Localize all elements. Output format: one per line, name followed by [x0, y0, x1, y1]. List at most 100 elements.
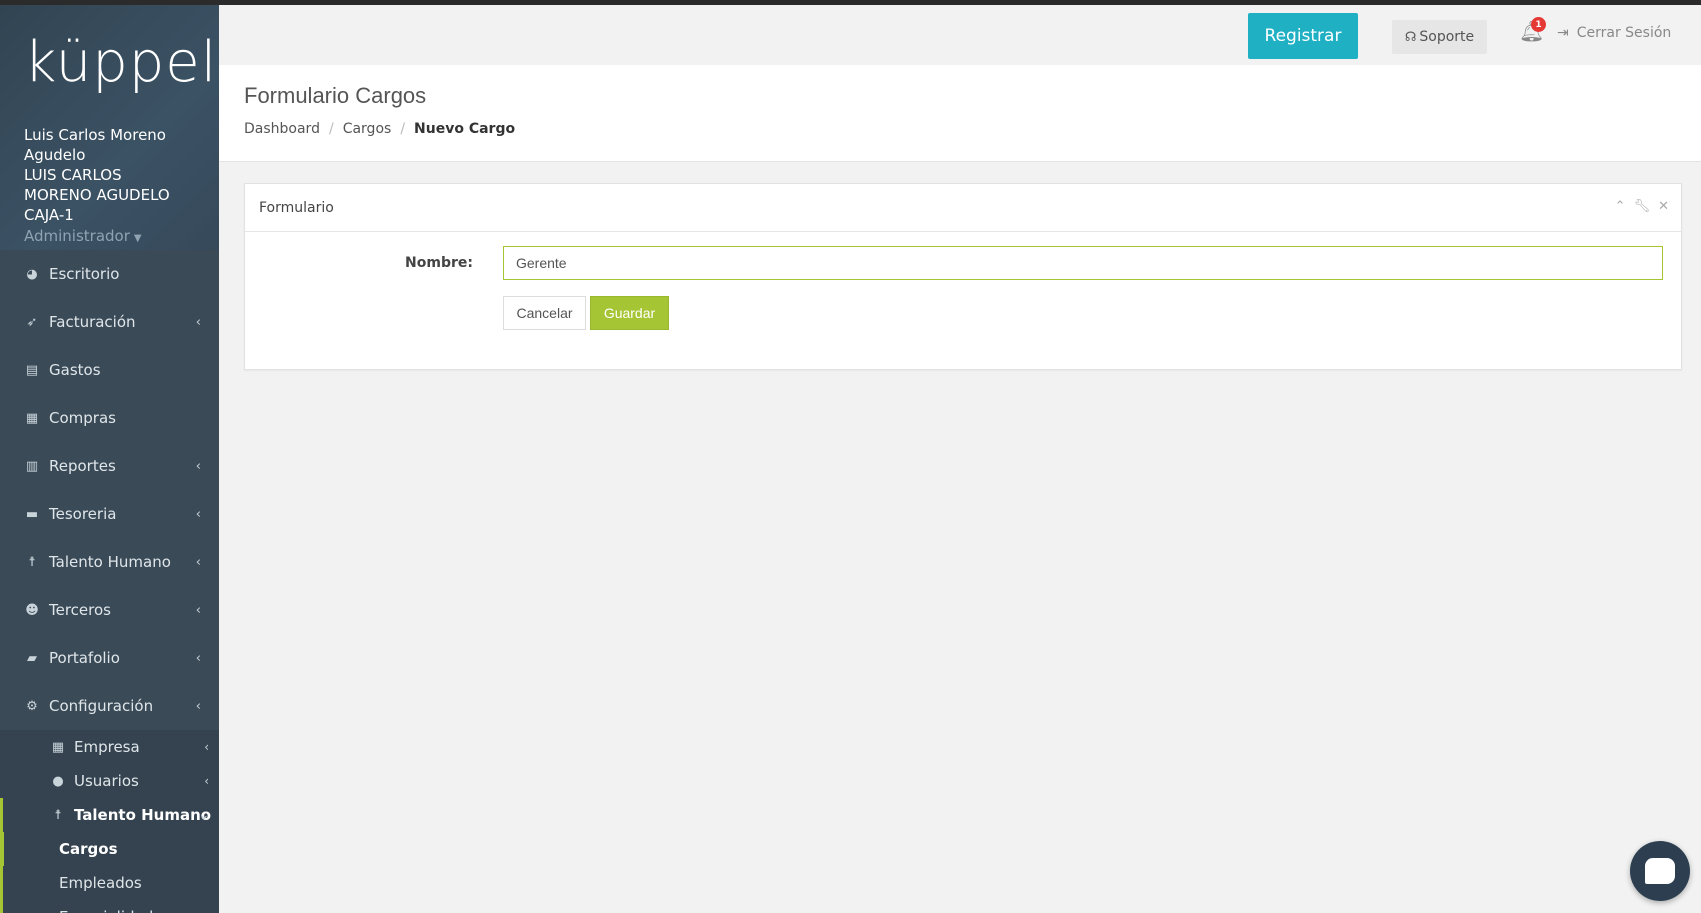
chevron-left-icon: ‹: [204, 740, 209, 754]
chevron-left-icon: ‹: [195, 458, 201, 474]
notifications-button[interactable]: 🔔︎ 1: [1519, 17, 1546, 49]
user-company-line-2: MORENO AGUDELO: [24, 186, 170, 204]
sidebar-menu: ◕ Escritorio ➶ Facturación ‹ ▤ Gastos ▦ …: [0, 250, 219, 730]
top-navbar: Registrar ☊ Soporte 🔔︎ 1 ⇥ Cerrar Sesión: [219, 5, 1701, 65]
breadcrumb: Dashboard / Cargos / Nuevo Cargo: [244, 121, 1701, 137]
page-title: Formulario Cargos: [244, 83, 427, 108]
paper-plane-icon: ➶: [26, 314, 38, 330]
name-label: Nombre:: [405, 255, 473, 271]
user-icon: ●: [52, 773, 64, 789]
sidebar-item-portafolio[interactable]: ▰ Portafolio ‹: [0, 634, 219, 682]
headset-icon: ☊: [1404, 29, 1417, 45]
chevron-down-icon: ⌄: [198, 808, 209, 822]
chevron-left-icon: ‹: [195, 602, 201, 618]
sidebar-item-label: Talento Humano: [49, 553, 171, 571]
breadcrumb-dashboard[interactable]: Dashboard: [244, 121, 320, 137]
gear-icon: ⚙: [26, 698, 38, 714]
panel-title: Formulario: [259, 199, 334, 216]
sidebar-item-label: Tesoreria: [49, 505, 117, 523]
support-label: Soporte: [1419, 29, 1475, 45]
document-icon: ▤: [25, 362, 39, 378]
panel-tools: ⌃ 🔧︎ ✕: [1615, 199, 1669, 214]
close-icon[interactable]: ✕: [1658, 199, 1669, 214]
kuppel-logo[interactable]: küppel™: [24, 35, 219, 95]
person-icon: ☨: [28, 554, 36, 570]
logout-label: Cerrar Sesión: [1576, 25, 1672, 41]
sidebar-item-compras[interactable]: ▦ Compras: [0, 394, 219, 442]
sidebar-item-label: Compras: [49, 409, 116, 427]
sidebar-item-tesoreria[interactable]: ▬ Tesoreria ‹: [0, 490, 219, 538]
sidebar-subitem-empresa[interactable]: ▦ Empresa ‹: [0, 730, 219, 764]
panel-heading: Formulario ⌃ 🔧︎ ✕: [245, 184, 1681, 232]
chat-widget-button[interactable]: [1630, 841, 1690, 901]
name-form-row: Nombre:: [245, 246, 1681, 282]
sidebar-subitem-label: Empresa: [74, 738, 140, 756]
sidebar-item-reportes[interactable]: ▥ Reportes ‹: [0, 442, 219, 490]
bar-chart-icon: ▥: [25, 458, 39, 474]
collapse-icon[interactable]: ⌃: [1615, 199, 1626, 214]
notification-count-badge: 1: [1531, 17, 1546, 32]
sidebar-subitem-empleados[interactable]: Empleados: [3, 866, 219, 900]
caret-down-icon: ▼: [133, 233, 142, 244]
sidebar-header: küppel™ Luis Carlos Moreno Agudelo LUIS …: [0, 5, 219, 250]
chevron-left-icon: ‹: [204, 774, 209, 788]
form-panel: Formulario ⌃ 🔧︎ ✕ Nombre: Cancelar Guard…: [244, 183, 1682, 370]
briefcase-icon: ▰: [27, 650, 37, 666]
configuracion-submenu: ▦ Empresa ‹ ● Usuarios ‹ ☨ Talento Human…: [0, 730, 219, 913]
breadcrumb-separator: /: [400, 121, 406, 137]
breadcrumb-cargos[interactable]: Cargos: [343, 121, 392, 137]
register-button[interactable]: Registrar: [1248, 13, 1358, 59]
boxes-icon: ▦: [25, 410, 39, 426]
sidebar-item-configuracion[interactable]: ⚙ Configuración ‹: [0, 682, 219, 730]
sidebar: küppel™ Luis Carlos Moreno Agudelo LUIS …: [0, 5, 219, 913]
wallet-icon: ▬: [25, 506, 39, 522]
support-button[interactable]: ☊ Soporte: [1392, 20, 1487, 54]
building-icon: ▦: [51, 739, 65, 755]
users-icon: ☻: [25, 602, 39, 618]
chevron-left-icon: ‹: [195, 554, 201, 570]
sidebar-subitem-talento-humano[interactable]: ☨ Talento Humano ⌄: [0, 798, 219, 832]
chevron-left-icon: ‹: [195, 314, 201, 330]
sidebar-item-label: Facturación: [49, 313, 136, 331]
sidebar-subitem-especialidades[interactable]: Especialidades: [3, 900, 219, 913]
name-input[interactable]: [503, 246, 1663, 280]
cancel-button[interactable]: Cancelar: [503, 296, 586, 330]
sidebar-item-gastos[interactable]: ▤ Gastos: [0, 346, 219, 394]
sidebar-item-label: Reportes: [49, 457, 116, 475]
breadcrumb-current: Nuevo Cargo: [414, 121, 516, 137]
talento-humano-submenu: Cargos Empleados Especialidades: [0, 832, 219, 913]
sidebar-item-escritorio[interactable]: ◕ Escritorio: [0, 250, 219, 298]
person-icon: ☨: [54, 807, 62, 823]
user-name-line-2: Agudelo: [24, 146, 86, 164]
user-name-line-1: Luis Carlos Moreno: [24, 126, 166, 144]
sidebar-subitem-usuarios[interactable]: ● Usuarios ‹: [0, 764, 219, 798]
chevron-left-icon: ‹: [195, 506, 201, 522]
sidebar-item-label: Terceros: [49, 601, 111, 619]
user-company-line-1: LUIS CARLOS: [24, 166, 122, 184]
chevron-left-icon: ‹: [195, 650, 201, 666]
logout-link[interactable]: ⇥ Cerrar Sesión: [1557, 25, 1671, 41]
sidebar-subitem-label: Talento Humano: [74, 806, 212, 824]
chevron-left-icon: ‹: [195, 698, 201, 714]
user-info: Luis Carlos Moreno Agudelo LUIS CARLOS M…: [24, 125, 219, 250]
user-register: CAJA-1: [24, 206, 74, 224]
sidebar-item-terceros[interactable]: ☻ Terceros ‹: [0, 586, 219, 634]
sidebar-subitem-cargos[interactable]: Cargos: [0, 832, 219, 866]
save-button[interactable]: Guardar: [590, 296, 669, 330]
chat-bubble-icon: [1645, 858, 1675, 884]
sidebar-item-label: Configuración: [49, 697, 154, 715]
sidebar-item-label: Gastos: [49, 361, 101, 379]
breadcrumb-separator: /: [328, 121, 334, 137]
sidebar-item-facturacion[interactable]: ➶ Facturación ‹: [0, 298, 219, 346]
sidebar-item-label: Escritorio: [49, 265, 120, 283]
wrench-icon[interactable]: 🔧︎: [1634, 199, 1651, 214]
user-role-label: Administrador: [24, 227, 130, 245]
user-role-dropdown[interactable]: Administrador ▼: [24, 225, 219, 250]
sidebar-subitem-label: Usuarios: [74, 772, 139, 790]
page-header: Formulario Cargos Dashboard / Cargos / N…: [219, 65, 1701, 162]
sidebar-item-label: Portafolio: [49, 649, 120, 667]
logo-text: küppel: [24, 30, 218, 95]
sign-out-icon: ⇥: [1557, 25, 1569, 41]
pie-chart-icon: ◕: [26, 266, 38, 282]
sidebar-item-talento-humano[interactable]: ☨ Talento Humano ‹: [0, 538, 219, 586]
